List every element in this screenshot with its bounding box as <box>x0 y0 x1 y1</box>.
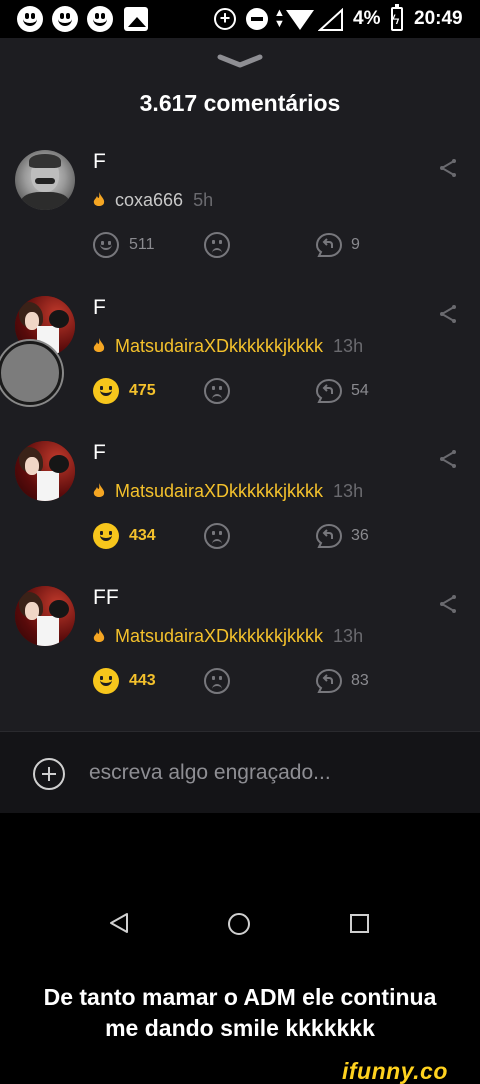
unsmile-button[interactable] <box>204 378 230 404</box>
comment-author[interactable]: MatsudairaXDkkkkkkjkkkk <box>115 336 323 356</box>
reply-icon[interactable] <box>315 232 343 258</box>
smiley-notification-icon <box>52 6 78 32</box>
reply-count: 54 <box>351 382 369 399</box>
comment-time: 13h <box>333 626 364 646</box>
comment-item: F coxa666 5h 511 9 <box>0 150 480 290</box>
data-saver-icon: + <box>214 8 236 30</box>
comment-actions: 511 9 <box>93 232 393 260</box>
user-avatar[interactable] <box>15 441 75 501</box>
comments-count-title: 3.617 comentários <box>139 90 341 116</box>
battery-percent: 4% <box>353 8 381 29</box>
share-icon[interactable] <box>438 158 458 178</box>
status-bar: + ▲ ▼ 4% ϟ 20:49 <box>0 0 480 38</box>
comment-time: 5h <box>193 190 214 210</box>
comment-author[interactable]: MatsudairaXDkkkkkkjkkkk <box>115 626 323 646</box>
flame-icon <box>93 628 105 642</box>
home-icon[interactable] <box>228 913 250 935</box>
share-icon[interactable] <box>438 304 458 324</box>
share-icon[interactable] <box>438 594 458 614</box>
smile-count: 475 <box>129 382 156 399</box>
ifunny-watermark: ifunny.co <box>342 1058 480 1084</box>
wifi-icon <box>286 10 314 30</box>
unsmile-button[interactable] <box>204 523 230 549</box>
smile-button[interactable] <box>93 232 119 258</box>
comment-actions: 475 54 <box>93 378 393 406</box>
smiley-notification-icon <box>87 6 113 32</box>
comment-time: 13h <box>333 481 364 501</box>
clock: 20:49 <box>414 8 463 29</box>
smile-button[interactable] <box>93 523 119 549</box>
reply-icon[interactable] <box>315 523 343 549</box>
caption-line: De tanto mamar o ADM ele continua <box>43 984 437 1010</box>
smiley-notification-icon <box>17 6 43 32</box>
user-avatar[interactable] <box>15 150 75 210</box>
unsmile-button[interactable] <box>204 668 230 694</box>
watermark-text: ifunny.co <box>342 1058 448 1084</box>
smile-count: 443 <box>129 672 156 689</box>
reply-icon[interactable] <box>315 668 343 694</box>
smile-count: 511 <box>129 236 155 253</box>
chevron-down-icon[interactable] <box>216 53 264 69</box>
flame-icon <box>93 338 105 352</box>
divider <box>0 731 480 732</box>
floating-touch-bubble[interactable] <box>0 341 62 405</box>
data-arrows-icon: ▲ ▼ <box>274 7 285 30</box>
reply-count: 83 <box>351 672 369 689</box>
navigation-bar <box>0 887 480 961</box>
share-icon[interactable] <box>438 449 458 469</box>
comment-input[interactable]: escreva algo engraçado... <box>89 761 331 785</box>
smile-button[interactable] <box>93 668 119 694</box>
comment-meta: MatsudairaXDkkkkkkjkkkk 13h <box>93 481 363 502</box>
comment-text: F <box>93 441 106 464</box>
signal-icon <box>318 8 343 31</box>
unsmile-button[interactable] <box>204 232 230 258</box>
comment-item: F MatsudairaXDkkkkkkjkkkk 13h 434 36 <box>0 441 480 581</box>
flame-icon <box>93 483 105 497</box>
do-not-disturb-icon <box>246 8 268 30</box>
comment-text: F <box>93 150 106 173</box>
flame-icon <box>93 192 105 206</box>
comment-meta: MatsudairaXDkkkkkkjkkkk 13h <box>93 336 363 357</box>
reply-count: 9 <box>351 236 360 253</box>
comment-item: FF MatsudairaXDkkkkkkjkkkk 13h 443 83 <box>0 586 480 726</box>
comment-time: 13h <box>333 336 364 356</box>
comment-author[interactable]: MatsudairaXDkkkkkkjkkkk <box>115 481 323 501</box>
back-icon[interactable] <box>108 911 130 935</box>
meme-caption: De tanto mamar o ADM ele continua me dan… <box>0 982 480 1044</box>
reply-icon[interactable] <box>315 378 343 404</box>
comment-actions: 434 36 <box>93 523 393 551</box>
comment-meta: MatsudairaXDkkkkkkjkkkk 13h <box>93 626 363 647</box>
comment-actions: 443 83 <box>93 668 393 696</box>
comment-author[interactable]: coxa666 <box>115 190 183 210</box>
add-attachment-icon[interactable] <box>33 758 65 790</box>
recents-icon[interactable] <box>350 914 369 933</box>
comment-item: F MatsudairaXDkkkkkkjkkkk 13h 475 54 <box>0 296 480 436</box>
smile-count: 434 <box>129 527 156 544</box>
user-avatar[interactable] <box>15 586 75 646</box>
reply-count: 36 <box>351 527 369 544</box>
caption-line: me dando smile kkkkkkk <box>105 1015 375 1041</box>
comment-text: FF <box>93 586 119 609</box>
smile-button[interactable] <box>93 378 119 404</box>
comments-sheet: 3.617 comentários F coxa666 5h 511 9 F M… <box>0 38 480 813</box>
comment-meta: coxa666 5h <box>93 190 213 211</box>
comment-text: F <box>93 296 106 319</box>
battery-charging-icon: ϟ <box>391 4 403 31</box>
image-notification-icon <box>124 7 148 31</box>
comment-input-bar: escreva algo engraçado... <box>0 731 480 813</box>
